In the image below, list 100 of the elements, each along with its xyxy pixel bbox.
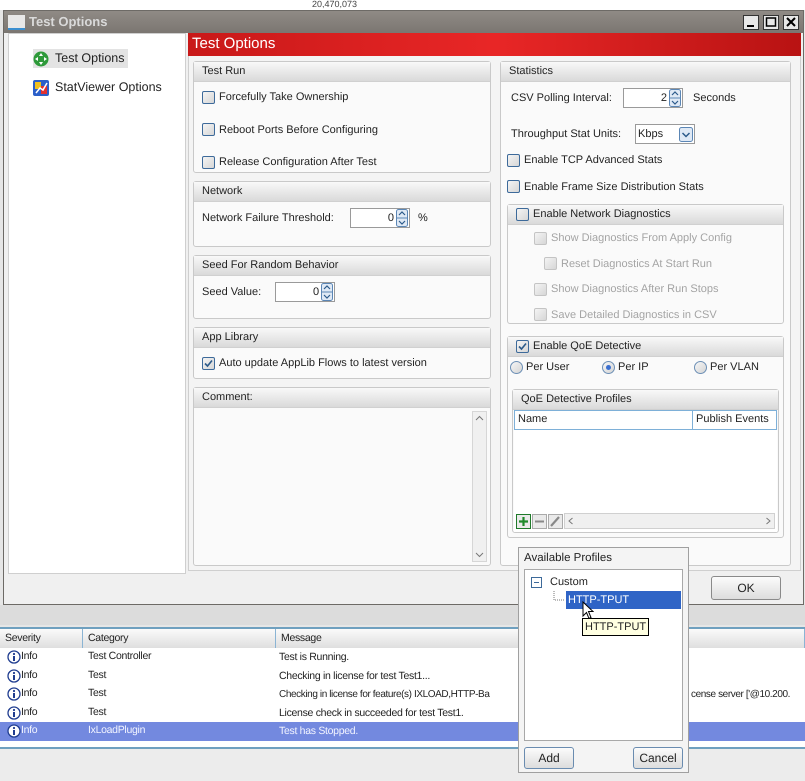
add-icon[interactable] <box>516 514 531 528</box>
checkbox-label: Enable Frame Size Distribution Stats <box>524 180 704 194</box>
table-cell-text: Test has Stopped. <box>279 724 358 739</box>
info-icon <box>7 668 21 683</box>
info-icon <box>7 650 21 664</box>
compass-icon <box>33 50 49 66</box>
radio-label: Per IP <box>618 360 649 375</box>
checkbox-label: Reset Diagnostics At Start Run <box>561 256 712 272</box>
column-header[interactable]: Name <box>515 410 693 428</box>
units-dropdown[interactable]: Kbps <box>635 124 695 144</box>
checkbox-label: Auto update AppLib Flows to latest version <box>219 356 427 371</box>
checkbox[interactable] <box>202 356 215 370</box>
horizontal-scrollbar[interactable] <box>564 513 775 529</box>
log-row[interactable]: Info Test License check in succeeded for test Test1. <box>0 704 805 722</box>
tree-connector <box>553 591 565 604</box>
table-cell-text: License check in succeeded for test Test1. <box>279 706 464 720</box>
sidebar-item[interactable]: StatViewer Options <box>33 78 166 97</box>
spinner-icon[interactable] <box>396 209 408 227</box>
window-title: Test Options <box>29 13 108 32</box>
vertical-scrollbar[interactable] <box>472 411 487 562</box>
table-cell-text: Test <box>87 668 108 683</box>
checkbox-label: Show Diagnostics After Run Stops <box>551 282 719 297</box>
spinner-icon[interactable] <box>321 283 334 301</box>
tree-item[interactable]: Custom <box>548 573 590 592</box>
checkbox-label: Save Detailed Diagnostics in CSV <box>551 308 717 322</box>
minimize-button[interactable] <box>743 14 759 30</box>
table-cell-text: Test is Running. <box>279 650 349 665</box>
table-cell-text: IxLoadPlugin <box>87 723 146 738</box>
page-title: Test Options <box>192 34 276 54</box>
checkbox-label: Enable TCP Advanced Stats <box>524 153 662 168</box>
close-button[interactable] <box>783 14 799 30</box>
remove-icon[interactable] <box>532 514 547 528</box>
unit-label: Seconds <box>693 90 736 106</box>
unit-label: % <box>418 210 428 226</box>
group-title: Comment: <box>202 390 253 406</box>
group-title: Seed For Random Behavior <box>202 258 338 274</box>
app-logo-icon <box>8 14 25 30</box>
checkbox[interactable] <box>507 154 520 167</box>
log-row[interactable]: Info Test Checking in license for feature(s) IXLOAD,HTTP-Ba cense server ['@10.200. <box>0 685 805 704</box>
table-cell-text: Info <box>21 686 38 702</box>
table-cell-text: cense server ['@10.200. <box>691 688 790 702</box>
info-icon <box>7 706 21 720</box>
checkbox-label: Reboot Ports Before Configuring <box>219 122 378 138</box>
info-icon <box>7 724 21 738</box>
field-label: Seed Value: <box>202 284 262 300</box>
checkbox-label: Release Configuration After Test <box>219 155 377 170</box>
group-title: Network <box>202 184 242 200</box>
field-label: Network Failure Threshold: <box>202 210 335 226</box>
group-title: Test Run <box>202 64 246 80</box>
radio-button[interactable] <box>602 360 615 374</box>
radio-label: Per User <box>526 360 570 375</box>
group-title: QoE Detective Profiles <box>521 392 632 407</box>
checkbox[interactable] <box>516 208 529 221</box>
table-cell-text: Test <box>87 704 108 720</box>
checkbox[interactable] <box>202 156 215 169</box>
log-row[interactable]: Info Test Checking in license for test Test1... <box>0 666 805 685</box>
group-title: App Library <box>202 330 258 346</box>
column-header[interactable]: Category <box>83 629 276 648</box>
checkbox-label: Show Diagnostics From Apply Config <box>551 231 732 246</box>
checkbox-label: Enable QoE Detective <box>533 339 642 354</box>
sidebar-item[interactable]: Test Options <box>33 49 128 68</box>
popup-button[interactable]: Add <box>524 747 574 770</box>
collapse-icon[interactable] <box>531 576 542 588</box>
table-cell-text: Info <box>21 704 38 720</box>
field-label: CSV Polling Interval: <box>511 90 613 106</box>
radio-label: Per VLAN <box>710 360 759 375</box>
checkbox[interactable] <box>202 123 215 136</box>
popup-title: Available Profiles <box>524 551 614 566</box>
field-label: Throughput Stat Units: <box>511 126 622 142</box>
chart-icon <box>33 80 49 96</box>
number-field[interactable]: 0 <box>350 208 410 228</box>
table-cell-text: Test <box>87 686 108 702</box>
column-header[interactable]: Severity <box>0 629 83 648</box>
tree-item[interactable]: HTTP-TPUT <box>566 591 681 610</box>
column-header[interactable]: Publish Events <box>693 410 776 428</box>
checkbox[interactable] <box>202 90 215 104</box>
spinner-icon[interactable] <box>669 89 681 107</box>
popup-button[interactable]: Cancel <box>633 747 683 770</box>
info-icon <box>7 687 21 702</box>
counter-value: 20,470,073 <box>312 0 358 9</box>
checkbox[interactable] <box>507 180 520 194</box>
group-title: Statistics <box>509 64 554 80</box>
checkbox[interactable] <box>516 340 529 353</box>
table-cell-text: Checking in license for feature(s) IXLOAD,HTTP-Ba <box>279 688 490 702</box>
number-field[interactable]: 0 <box>275 282 336 302</box>
table-cell-text: Test Controller <box>87 649 152 664</box>
checkbox-label: Enable Network Diagnostics <box>533 207 671 222</box>
maximize-button[interactable] <box>763 14 779 30</box>
table-cell-text: Info <box>21 649 38 664</box>
table-cell-text: Info <box>21 668 38 683</box>
ok-button[interactable]: OK <box>711 576 781 600</box>
log-row[interactable]: Info Test Controller Test is Running. <box>0 648 805 666</box>
checkbox-label: Forcefully Take Ownership <box>219 90 348 105</box>
radio-button[interactable] <box>510 360 523 374</box>
table-cell-text: Checking in license for test Test1... <box>279 668 430 684</box>
radio-button[interactable] <box>694 360 707 374</box>
table-cell-text: Info <box>21 723 38 738</box>
pencil-icon[interactable] <box>548 514 563 528</box>
tooltip: HTTP-TPUT <box>582 618 650 636</box>
number-field[interactable]: 2 <box>623 88 683 108</box>
